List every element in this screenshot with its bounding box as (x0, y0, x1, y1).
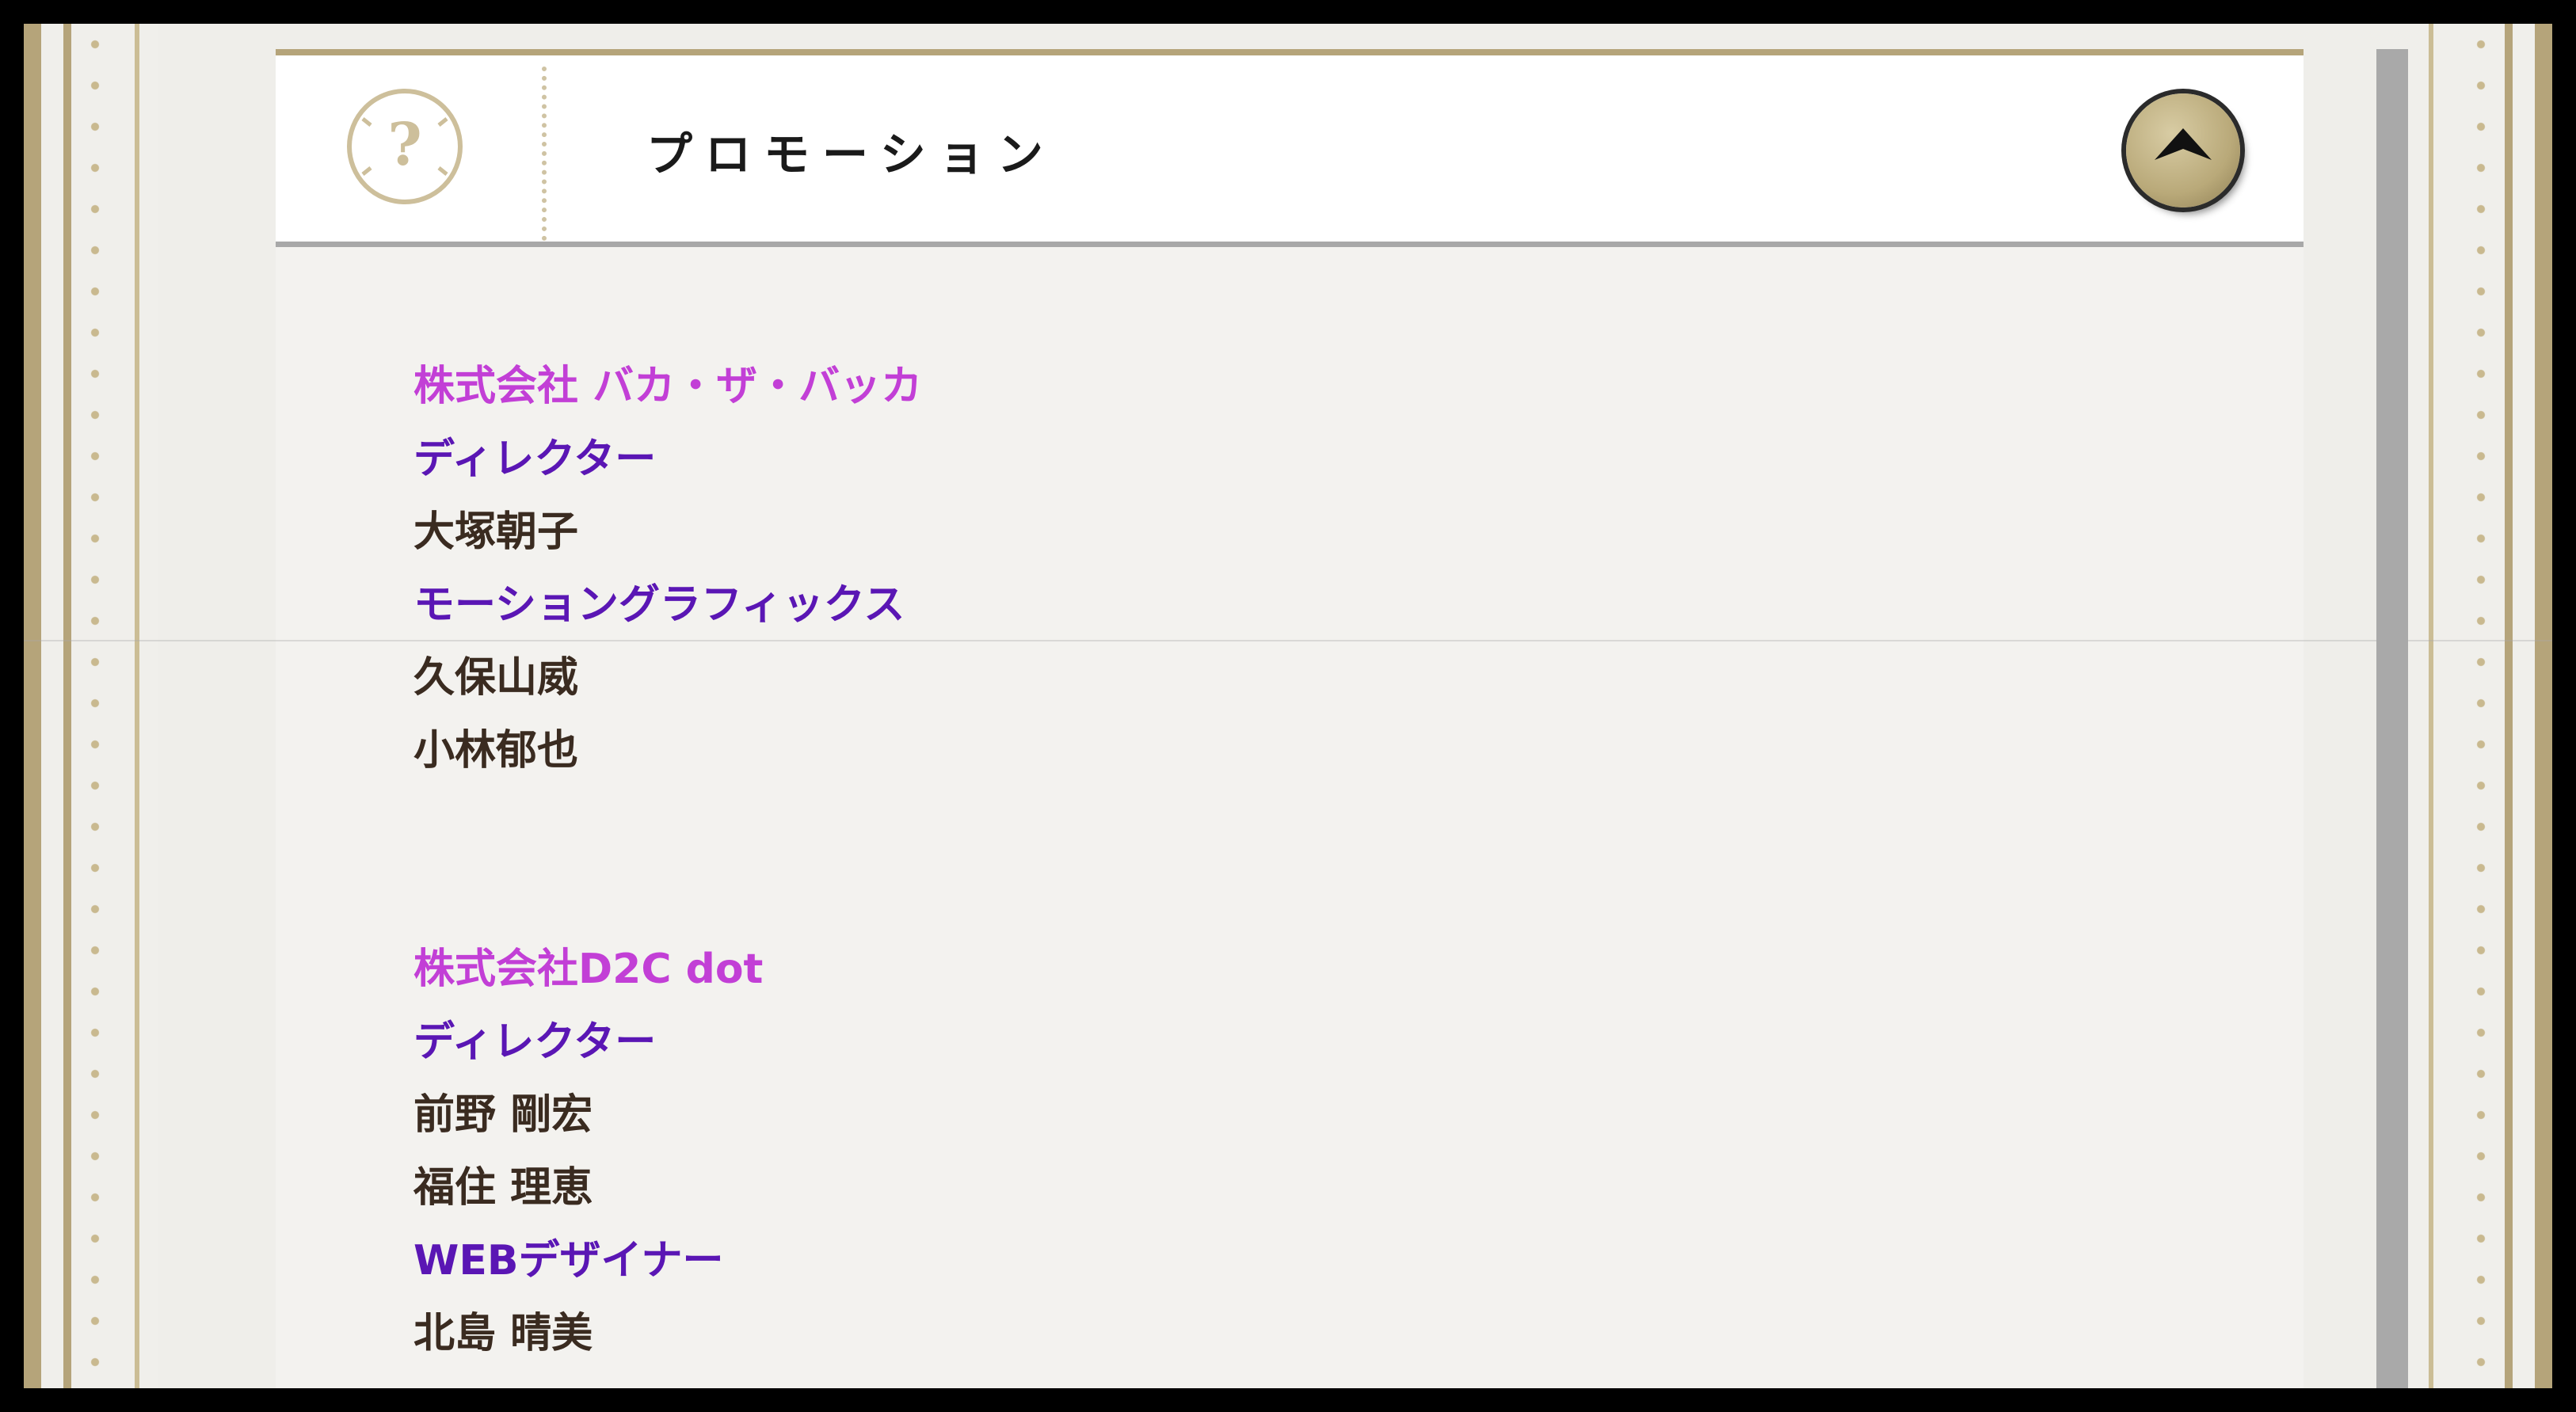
role-title: ディレクター (413, 436, 657, 483)
left-decorative-border (24, 24, 158, 1388)
question-mark-icon: ? (345, 87, 464, 206)
person-name: 北島 晴美 (413, 1310, 593, 1357)
svg-text:?: ? (387, 111, 421, 179)
credits-window: ? プロモーション 株式会社 バカ・ザ・バッカ ディレクター 大塚朝子 モーショ… (24, 24, 2552, 1388)
person-name: 小林郁也 (413, 727, 579, 775)
scrollbar[interactable] (2376, 49, 2408, 1388)
header-divider (542, 67, 547, 241)
credits-list: 株式会社 バカ・ザ・バッカ ディレクター 大塚朝子 モーショングラフィックス 久… (413, 350, 922, 1370)
role-title: WEBデザイナー (413, 1237, 724, 1285)
person-name: 前野 剛宏 (413, 1091, 593, 1139)
company-name: 株式会社D2C dot (413, 946, 764, 993)
person-name: 大塚朝子 (413, 508, 579, 556)
section-header[interactable]: ? プロモーション (276, 49, 2304, 247)
collapse-button[interactable] (2126, 93, 2240, 207)
scrollbar-thumb[interactable] (2376, 49, 2408, 1388)
person-name: 福住 理恵 (413, 1164, 593, 1212)
person-name: 久保山威 (413, 654, 579, 702)
company-name: 株式会社 バカ・ザ・バッカ (413, 363, 923, 410)
right-decorative-border (2410, 24, 2552, 1388)
divider-line (24, 640, 2552, 641)
role-title: モーショングラフィックス (413, 581, 905, 629)
chevron-up-icon (2155, 128, 2212, 160)
credits-panel: ? プロモーション 株式会社 バカ・ザ・バッカ ディレクター 大塚朝子 モーショ… (276, 49, 2304, 1388)
role-title: ディレクター (413, 1018, 657, 1066)
section-title: プロモーション (646, 127, 1056, 181)
